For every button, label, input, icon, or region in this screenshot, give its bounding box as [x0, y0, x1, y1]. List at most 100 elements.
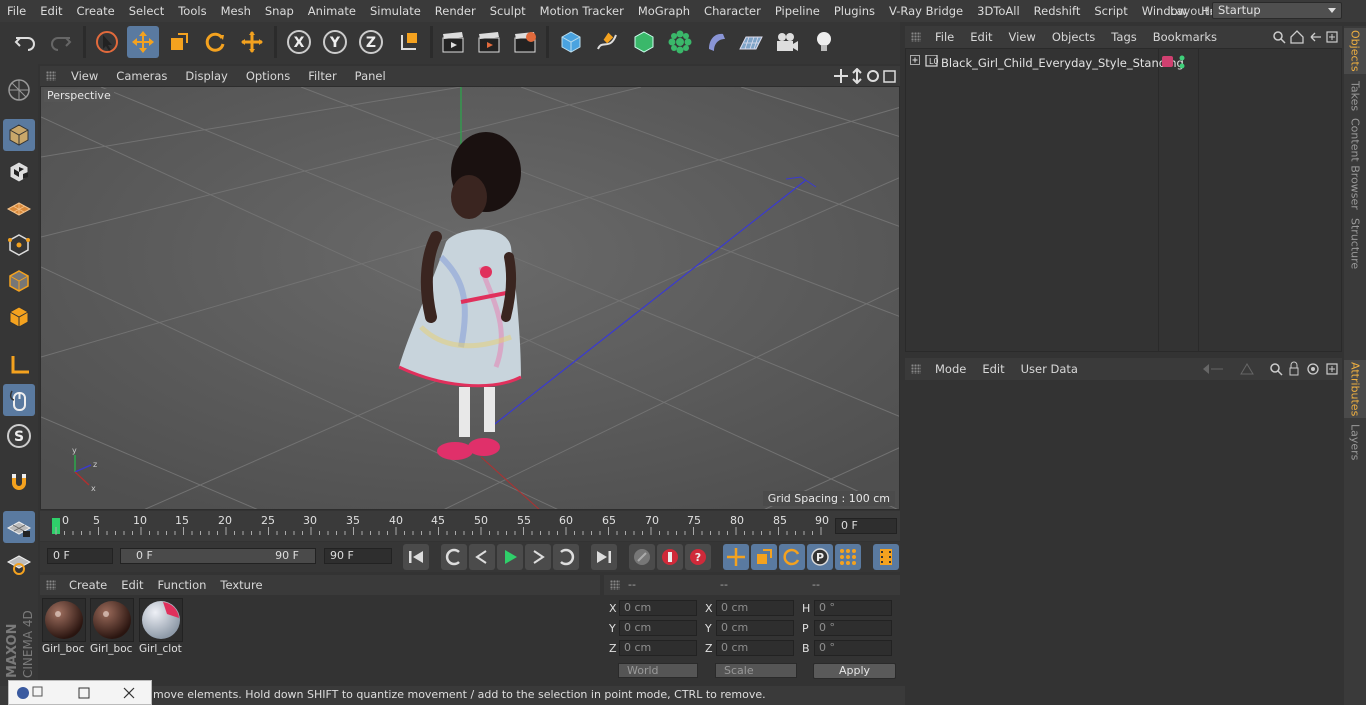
- menu-motion-tracker[interactable]: Motion Tracker: [533, 0, 631, 22]
- material-menu-create[interactable]: Create: [62, 575, 114, 595]
- floor-button[interactable]: [735, 26, 767, 58]
- cube-button[interactable]: [555, 26, 587, 58]
- tab-attributes[interactable]: Attributes: [1344, 360, 1366, 418]
- workplane-lock-button[interactable]: [3, 511, 35, 543]
- om-menu-objects[interactable]: Objects: [1044, 26, 1103, 48]
- om-menu-edit[interactable]: Edit: [962, 26, 1000, 48]
- menu-render[interactable]: Render: [428, 0, 483, 22]
- edge-mode-button[interactable]: [3, 265, 35, 297]
- transform-tool-button[interactable]: [236, 26, 268, 58]
- key-position-button[interactable]: [723, 544, 749, 570]
- viewport-camera-label[interactable]: Perspective: [44, 89, 114, 102]
- tab-layers[interactable]: Layers: [1344, 422, 1366, 462]
- size-z-field[interactable]: 0 cm: [716, 640, 794, 656]
- position-x-field[interactable]: 0 cm: [619, 600, 697, 616]
- position-z-field[interactable]: 0 cm: [619, 640, 697, 656]
- object-row[interactable]: L0 Black_Girl_Child_Everyday_Style_Stand…: [906, 51, 1341, 71]
- current-frame-field[interactable]: 0 F: [835, 518, 897, 534]
- om-menu-bookmarks[interactable]: Bookmarks: [1145, 26, 1225, 48]
- locked-workplane-button[interactable]: [3, 547, 35, 579]
- perspective-viewport[interactable]: y z x Perspective Grid Spacing : 100 cm: [40, 86, 900, 510]
- key-scale-button[interactable]: [751, 544, 777, 570]
- material-menu-function[interactable]: Function: [151, 575, 214, 595]
- menu-sculpt[interactable]: Sculpt: [483, 0, 533, 22]
- end-frame-field[interactable]: 90 F: [324, 548, 392, 564]
- live-selection-button[interactable]: [91, 26, 123, 58]
- visibility-dots-icon[interactable]: [1178, 54, 1186, 70]
- record-options-button[interactable]: [629, 544, 655, 570]
- panel-grip[interactable]: [46, 580, 56, 590]
- coordinate-space-dropdown[interactable]: World: [618, 663, 698, 678]
- light-button[interactable]: [808, 26, 840, 58]
- material-menu-texture[interactable]: Texture: [213, 575, 269, 595]
- start-frame-field[interactable]: 0 F: [47, 548, 113, 564]
- rotation-p-field[interactable]: 0 °: [814, 620, 892, 636]
- size-mode-dropdown[interactable]: Scale: [715, 663, 797, 678]
- position-y-field[interactable]: 0 cm: [619, 620, 697, 636]
- goto-end-button[interactable]: [591, 544, 617, 570]
- layout-select[interactable]: Startup: [1212, 2, 1342, 19]
- timeline-ruler[interactable]: 0 5 10 15 20 25 30 35 40 45 50 55 60 65 …: [40, 511, 900, 541]
- viewport-menu-display[interactable]: Display: [176, 66, 236, 86]
- om-menu-view[interactable]: View: [1001, 26, 1044, 48]
- timeline-window-button[interactable]: [873, 544, 899, 570]
- camera-button[interactable]: [771, 26, 803, 58]
- move-tool-button[interactable]: [127, 26, 159, 58]
- autokey-button[interactable]: ?: [685, 544, 711, 570]
- menu-script[interactable]: Script: [1087, 0, 1134, 22]
- tab-objects[interactable]: Objects: [1344, 28, 1366, 74]
- menu-character[interactable]: Character: [697, 0, 768, 22]
- render-view-button[interactable]: [437, 26, 469, 58]
- viewport-menu-panel[interactable]: Panel: [346, 66, 395, 86]
- layer-color-tag[interactable]: [1162, 56, 1173, 67]
- attr-menu-mode[interactable]: Mode: [927, 358, 974, 380]
- menu-tools[interactable]: Tools: [171, 0, 213, 22]
- menu-file[interactable]: File: [0, 0, 33, 22]
- record-key-button[interactable]: [657, 544, 683, 570]
- viewport-menu-view[interactable]: View: [62, 66, 107, 86]
- viewport-menu-cameras[interactable]: Cameras: [107, 66, 176, 86]
- axis-mode-button[interactable]: [3, 349, 35, 381]
- om-menu-file[interactable]: File: [927, 26, 962, 48]
- point-mode-button[interactable]: [3, 229, 35, 261]
- menu-vray-bridge[interactable]: V-Ray Bridge: [882, 0, 970, 22]
- menu-redshift[interactable]: Redshift: [1027, 0, 1088, 22]
- viewport-menu-filter[interactable]: Filter: [299, 66, 345, 86]
- om-header-icons[interactable]: [1271, 29, 1341, 45]
- subdivision-surface-button[interactable]: [628, 26, 660, 58]
- tab-content-browser[interactable]: Content Browser: [1344, 118, 1366, 210]
- tab-takes[interactable]: Takes: [1344, 78, 1366, 114]
- deformer-button[interactable]: [700, 26, 732, 58]
- attr-menu-edit[interactable]: Edit: [974, 358, 1012, 380]
- render-settings-button[interactable]: [509, 26, 541, 58]
- z-axis-lock-button[interactable]: Z: [355, 26, 387, 58]
- menu-mograph[interactable]: MoGraph: [631, 0, 697, 22]
- goto-start-button[interactable]: [403, 544, 429, 570]
- workplane-mode-button[interactable]: [3, 192, 35, 224]
- menu-mesh[interactable]: Mesh: [214, 0, 258, 22]
- texture-mode-button[interactable]: [3, 156, 35, 188]
- size-y-field[interactable]: 0 cm: [716, 620, 794, 636]
- attr-menu-user-data[interactable]: User Data: [1013, 358, 1086, 380]
- redo-button[interactable]: [45, 26, 77, 58]
- menu-3dtoall[interactable]: 3DToAll: [970, 0, 1027, 22]
- panel-grip[interactable]: [610, 580, 620, 590]
- rotate-tool-button[interactable]: [199, 26, 231, 58]
- key-pla-button[interactable]: [835, 544, 861, 570]
- menu-select[interactable]: Select: [122, 0, 171, 22]
- solo-mode-button[interactable]: S: [3, 420, 35, 452]
- menu-create[interactable]: Create: [70, 0, 122, 22]
- undo-button[interactable]: [9, 26, 41, 58]
- size-x-field[interactable]: 0 cm: [716, 600, 794, 616]
- x-axis-lock-button[interactable]: X: [283, 26, 315, 58]
- om-menu-tags[interactable]: Tags: [1103, 26, 1144, 48]
- pen-spline-button[interactable]: [591, 26, 623, 58]
- expand-plus-icon[interactable]: L0: [910, 55, 938, 67]
- cloner-button[interactable]: [664, 26, 696, 58]
- tweak-mode-button[interactable]: [3, 384, 35, 416]
- rotation-h-field[interactable]: 0 °: [814, 600, 892, 616]
- coordinate-system-button[interactable]: [393, 26, 425, 58]
- frame-ruler[interactable]: 0 5 10 15 20 25 30 35 40 45 50 55 60 65 …: [52, 514, 832, 536]
- key-parameter-button[interactable]: P: [807, 544, 833, 570]
- menu-animate[interactable]: Animate: [301, 0, 363, 22]
